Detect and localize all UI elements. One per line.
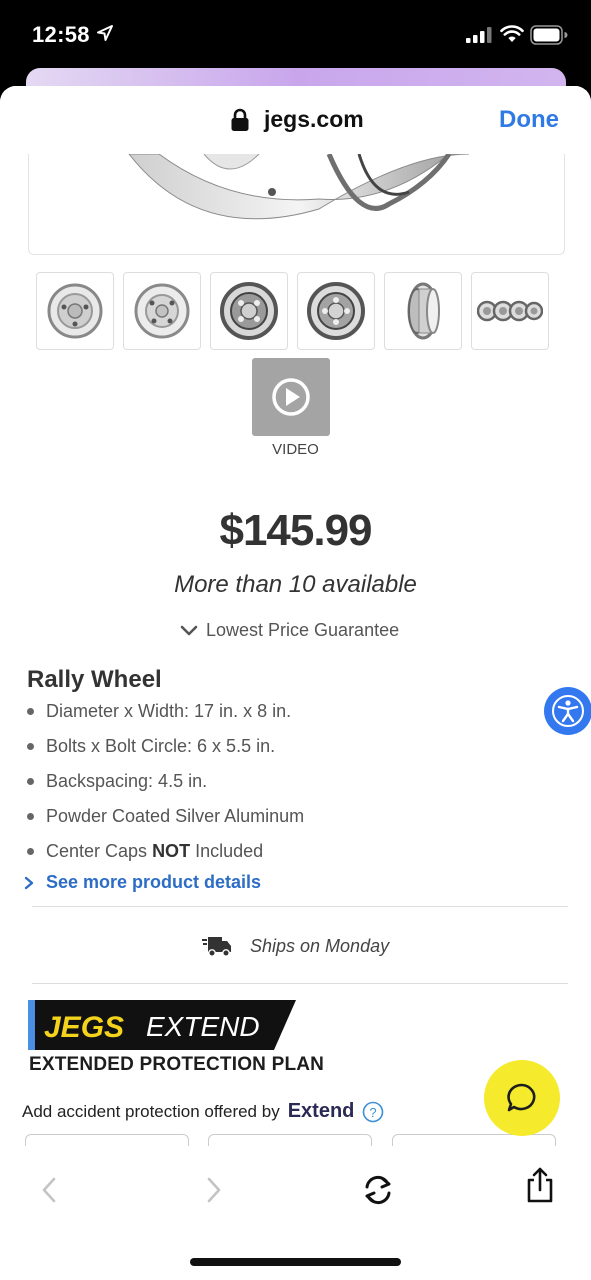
divider xyxy=(32,983,568,984)
accessibility-button[interactable] xyxy=(544,687,591,735)
wheel-image xyxy=(128,154,470,220)
spec-item: Bolts x Bolt Circle: 6 x 5.5 in. xyxy=(26,735,304,770)
home-indicator xyxy=(190,1258,401,1266)
browser-header: jegs.com Done xyxy=(0,86,591,154)
thumbnail-2[interactable] xyxy=(123,272,201,350)
product-price: $145.99 xyxy=(219,506,372,555)
thumbnail-5[interactable] xyxy=(384,272,462,350)
see-more-details-link[interactable]: See more product details xyxy=(24,872,261,893)
thumbnail-3[interactable] xyxy=(210,272,288,350)
lock-icon xyxy=(231,108,249,131)
play-circle-icon xyxy=(272,378,310,416)
divider xyxy=(32,906,568,907)
chevron-left-icon[interactable] xyxy=(40,1176,58,1204)
spec-item: Backspacing: 4.5 in. xyxy=(26,770,304,805)
wheel-set-icon xyxy=(477,300,543,322)
reload-icon[interactable] xyxy=(361,1173,395,1207)
page-content: VIDEO $145.99 More than 10 available Low… xyxy=(0,154,591,1146)
guarantee-label: Lowest Price Guarantee xyxy=(206,620,400,640)
share-icon[interactable] xyxy=(525,1166,555,1204)
delivery-truck-icon xyxy=(202,937,231,957)
status-bar: 12:58 xyxy=(0,0,591,70)
thumbnail-4[interactable] xyxy=(297,272,375,350)
extend-brand: Extend xyxy=(287,1100,355,1122)
chat-bubble-icon xyxy=(507,1083,536,1112)
question-circle-icon[interactable]: ? xyxy=(362,1101,384,1123)
spec-item: Powder Coated Silver Aluminum xyxy=(26,805,304,840)
wheel-side-icon xyxy=(407,282,440,340)
accident-protection-row: Add accident protection offered by Exten… xyxy=(22,1100,384,1123)
status-time: 12:58 xyxy=(32,22,90,47)
svg-text:?: ? xyxy=(370,1105,377,1120)
accessibility-icon xyxy=(552,695,584,727)
wheel-front-icon xyxy=(47,283,103,339)
thumbnail-1[interactable] xyxy=(36,272,114,350)
wheel-back-angle-icon xyxy=(307,282,365,340)
chevron-right-icon xyxy=(24,876,34,889)
svg-text:JEGS: JEGS xyxy=(44,1011,124,1044)
spec-item: Diameter x Width: 17 in. x 8 in. xyxy=(26,700,304,735)
wheel-angle-icon xyxy=(134,283,190,339)
jegs-extend-logo: JEGS EXTEND xyxy=(28,1000,296,1050)
svg-text:EXTEND: EXTEND xyxy=(146,1011,260,1042)
accident-text: Add accident protection offered by xyxy=(22,1101,280,1121)
video-label: VIDEO xyxy=(272,441,319,458)
cellular-signal-icon xyxy=(466,27,492,43)
plan-option-1[interactable] xyxy=(25,1134,189,1146)
done-button[interactable]: Done xyxy=(499,106,559,134)
thumbnail-6[interactable] xyxy=(471,272,549,350)
wifi-icon xyxy=(500,25,524,42)
video-button[interactable] xyxy=(252,358,330,436)
shipping-info: Ships on Monday xyxy=(202,934,389,958)
location-arrow-icon xyxy=(97,25,113,41)
see-more-label: See more product details xyxy=(46,872,262,892)
plan-option-3[interactable] xyxy=(392,1134,556,1146)
spec-list: Diameter x Width: 17 in. x 8 in. Bolts x… xyxy=(26,700,304,875)
chevron-down-icon xyxy=(180,625,198,635)
product-title: Rally Wheel xyxy=(27,666,162,693)
shipping-text: Ships on Monday xyxy=(250,935,390,956)
main-product-image[interactable] xyxy=(28,154,565,255)
lowest-price-guarantee-toggle[interactable]: Lowest Price Guarantee xyxy=(180,620,399,641)
availability-text: More than 10 available xyxy=(174,571,417,598)
battery-icon xyxy=(530,25,568,45)
wheel-back-icon xyxy=(220,282,278,340)
url-domain[interactable]: jegs.com xyxy=(264,106,364,133)
chat-button[interactable] xyxy=(484,1060,560,1136)
protection-plan-title: EXTENDED PROTECTION PLAN xyxy=(29,1054,325,1075)
spec-emphasis: NOT xyxy=(152,841,191,861)
plan-option-2[interactable] xyxy=(208,1134,372,1146)
spec-item: Center Caps NOT Included xyxy=(26,840,304,875)
chevron-right-icon[interactable] xyxy=(205,1176,223,1204)
